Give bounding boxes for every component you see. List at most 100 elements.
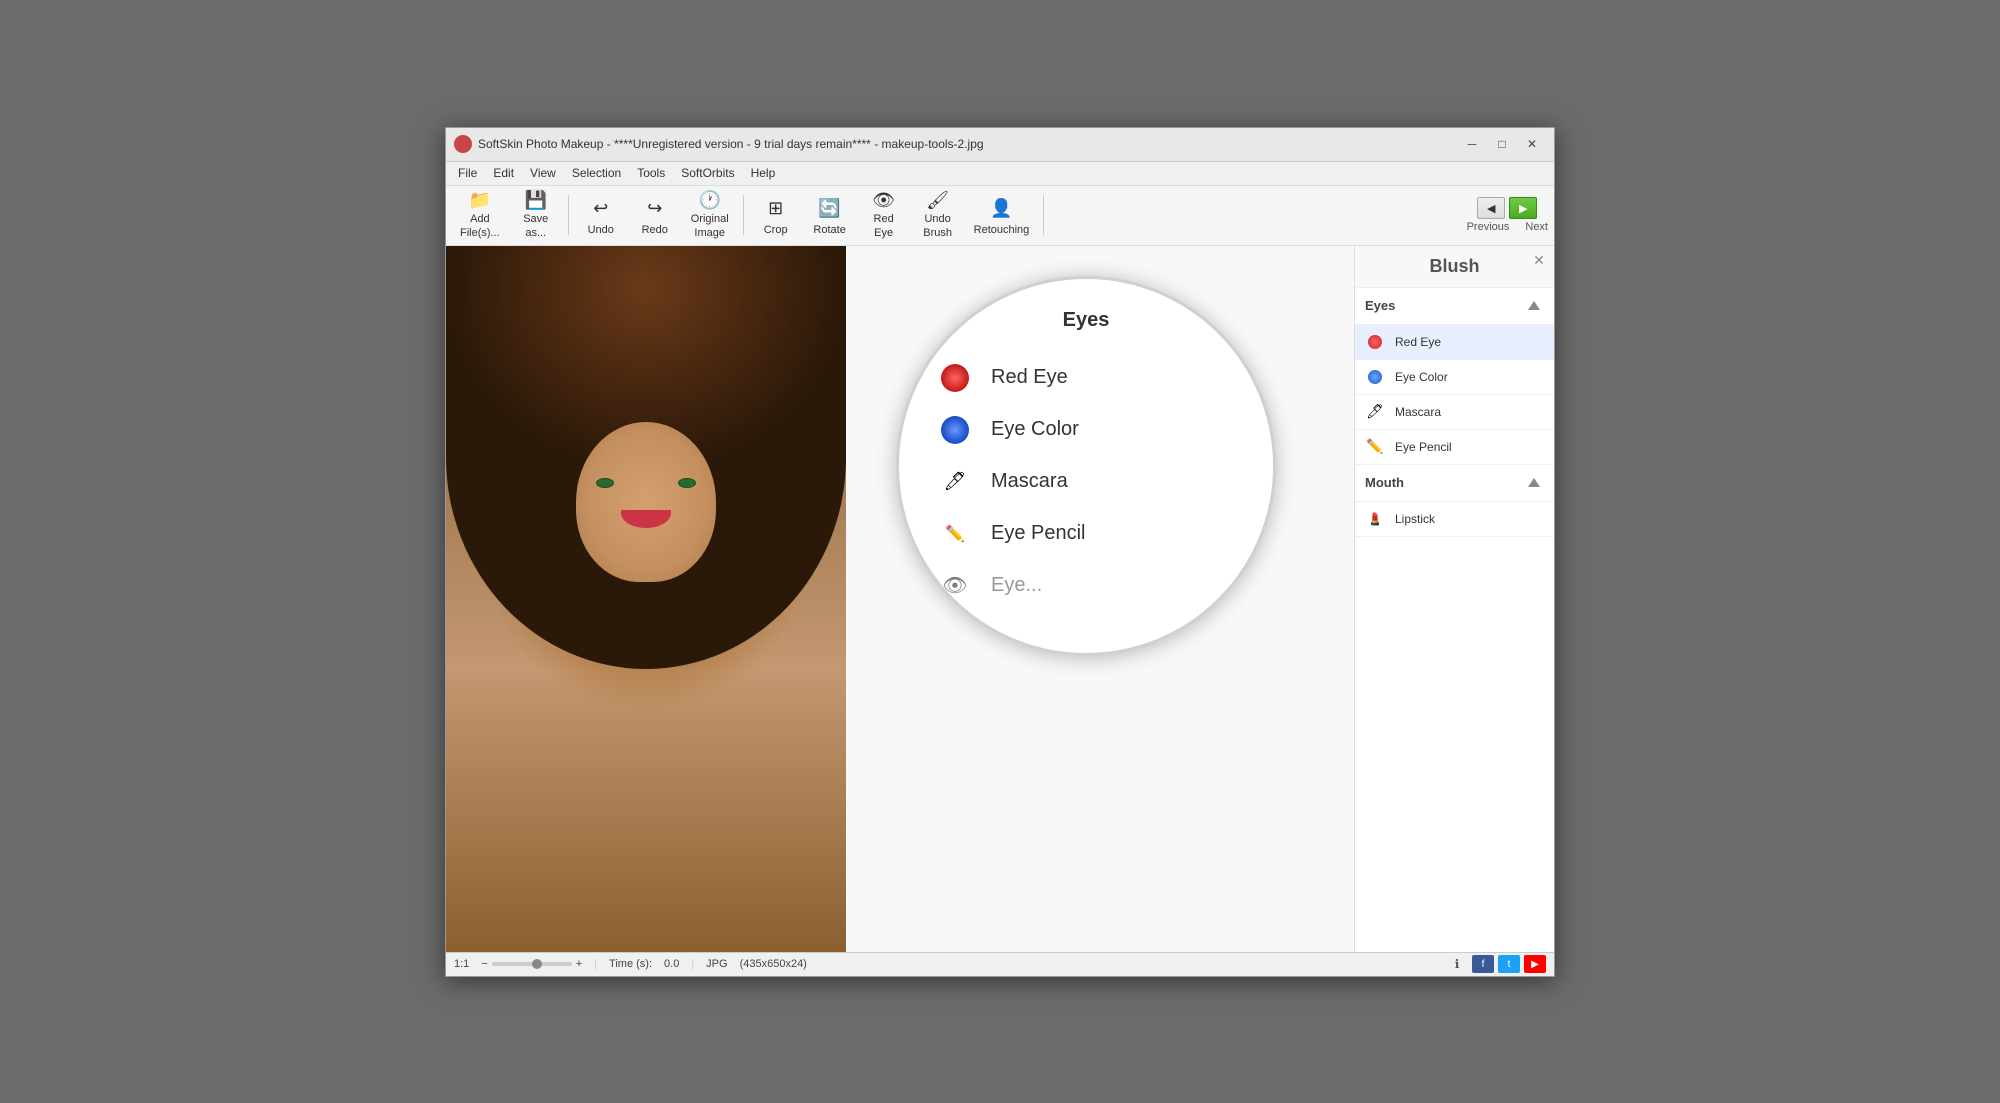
portrait-face bbox=[576, 422, 716, 582]
undo-button[interactable]: ↩ Undo bbox=[575, 189, 627, 241]
redo-label: Redo bbox=[642, 224, 668, 236]
minimize-button[interactable]: ─ bbox=[1458, 133, 1486, 155]
mascara-brush-icon: 🖊 bbox=[944, 471, 967, 492]
zoom-eye-color-item[interactable]: Eye Color bbox=[919, 404, 1253, 456]
menu-tools[interactable]: Tools bbox=[629, 164, 673, 182]
panel-red-eye-label: Red Eye bbox=[1395, 335, 1441, 349]
panel-mascara-item[interactable]: 🖊 Mascara bbox=[1355, 395, 1554, 430]
red-eye-icon: 👁 bbox=[870, 190, 898, 211]
menu-file[interactable]: File bbox=[450, 164, 485, 182]
zoom-eye-color-icon bbox=[939, 414, 971, 446]
zoom-thumb bbox=[532, 959, 542, 969]
small-blue-circle-icon bbox=[1368, 370, 1382, 384]
panel-mascara-label: Mascara bbox=[1395, 405, 1441, 419]
crop-button[interactable]: ⊞ Crop bbox=[750, 189, 802, 241]
panel-mascara-icon: 🖊 bbox=[1365, 402, 1385, 422]
save-as-icon: 💾 bbox=[522, 190, 550, 211]
mouth-section-header: Mouth bbox=[1355, 465, 1554, 502]
save-as-label: Saveas... bbox=[523, 213, 548, 239]
zoom-indicator: 1:1 bbox=[454, 958, 469, 970]
window-controls: ─ □ ✕ bbox=[1458, 133, 1546, 155]
toolbar: 📁 AddFile(s)... 💾 Saveas... ↩ Undo ↪ Red… bbox=[446, 186, 1554, 246]
panel-red-eye-item[interactable]: Red Eye bbox=[1355, 325, 1554, 360]
lipstick-icon: 💄 bbox=[1368, 512, 1383, 526]
red-eye-button[interactable]: 👁 RedEye bbox=[858, 189, 910, 241]
red-eye-label: RedEye bbox=[874, 213, 894, 239]
save-as-button[interactable]: 💾 Saveas... bbox=[510, 189, 562, 241]
youtube-button[interactable]: ▶ bbox=[1524, 955, 1546, 973]
panel-red-eye-icon bbox=[1365, 332, 1385, 352]
eyes-section-header: Eyes bbox=[1355, 288, 1554, 325]
status-social-icons: ℹ f t ▶ bbox=[1446, 955, 1546, 973]
window-title: SoftSkin Photo Makeup - ****Unregistered… bbox=[478, 137, 1458, 151]
zoom-mascara-label: Mascara bbox=[991, 470, 1068, 493]
redo-icon: ↪ bbox=[641, 194, 669, 222]
previous-button[interactable]: ◀ bbox=[1477, 197, 1505, 219]
side-panel: Eyes Red Eye Eye Color bbox=[846, 246, 1554, 952]
redo-button[interactable]: ↪ Redo bbox=[629, 189, 681, 241]
undo-label: Undo bbox=[588, 224, 614, 236]
panel-eye-color-label: Eye Color bbox=[1395, 370, 1448, 384]
panel-close-button[interactable]: ✕ bbox=[1530, 252, 1548, 270]
main-window: SoftSkin Photo Makeup - ****Unregistered… bbox=[445, 127, 1555, 977]
app-icon bbox=[454, 135, 472, 153]
status-separator-2: | bbox=[691, 958, 694, 970]
photo-canvas[interactable] bbox=[446, 246, 846, 952]
zoom-eye-pencil-item[interactable]: ✏️ Eye Pencil bbox=[919, 508, 1253, 560]
close-button[interactable]: ✕ bbox=[1518, 133, 1546, 155]
mouth-collapse-button[interactable] bbox=[1524, 473, 1544, 493]
portrait-lips bbox=[621, 510, 671, 528]
add-files-button[interactable]: 📁 AddFile(s)... bbox=[452, 189, 508, 241]
twitter-button[interactable]: t bbox=[1498, 955, 1520, 973]
toolbar-separator-3 bbox=[1043, 195, 1044, 235]
zoom-eye-partial-label: Eye... bbox=[991, 574, 1042, 597]
panel-lipstick-item[interactable]: 💄 Lipstick bbox=[1355, 502, 1554, 537]
zoom-circle: Eyes Red Eye Eye Color bbox=[896, 276, 1276, 656]
file-format: JPG bbox=[706, 958, 727, 970]
zoom-plus-icon: + bbox=[576, 958, 582, 970]
next-button[interactable]: ▶ bbox=[1509, 197, 1537, 219]
menu-help[interactable]: Help bbox=[743, 164, 784, 182]
toolbar-separator-1 bbox=[568, 195, 569, 235]
panel-eye-pencil-label: Eye Pencil bbox=[1395, 440, 1452, 454]
pencil-icon: ✏️ bbox=[945, 524, 965, 544]
eyes-collapse-button[interactable] bbox=[1524, 296, 1544, 316]
right-panel: Blush ✕ Eyes Red Eye bbox=[1354, 246, 1554, 952]
panel-eye-pencil-item[interactable]: ✏️ Eye Pencil bbox=[1355, 430, 1554, 465]
zoom-mascara-icon: 🖊 bbox=[939, 466, 971, 498]
zoom-circle-inner: Eyes Red Eye Eye Color bbox=[899, 279, 1273, 653]
crop-label: Crop bbox=[764, 224, 788, 236]
time-value: 0.0 bbox=[664, 958, 679, 970]
status-separator-1: | bbox=[594, 958, 597, 970]
zoom-mascara-item[interactable]: 🖊 Mascara bbox=[919, 456, 1253, 508]
panel-eye-color-item[interactable]: Eye Color bbox=[1355, 360, 1554, 395]
undo-brush-button[interactable]: 🖌 UndoBrush bbox=[912, 189, 964, 241]
menu-edit[interactable]: Edit bbox=[485, 164, 522, 182]
zoom-eye-partial-icon: 👁 bbox=[939, 570, 971, 602]
title-bar: SoftSkin Photo Makeup - ****Unregistered… bbox=[446, 128, 1554, 162]
zoom-eye-color-label: Eye Color bbox=[991, 418, 1079, 441]
original-image-button[interactable]: 🕐 OriginalImage bbox=[683, 189, 737, 241]
zoom-red-eye-item[interactable]: Red Eye bbox=[919, 352, 1253, 404]
retouching-label: Retouching bbox=[974, 224, 1030, 236]
photo-area bbox=[446, 246, 846, 952]
previous-label: Previous bbox=[1467, 221, 1510, 233]
panel-lipstick-icon: 💄 bbox=[1365, 509, 1385, 529]
menu-softorbits[interactable]: SoftOrbits bbox=[673, 164, 742, 182]
menu-selection[interactable]: Selection bbox=[564, 164, 629, 182]
rotate-button[interactable]: 🔄 Rotate bbox=[804, 189, 856, 241]
undo-brush-icon: 🖌 bbox=[924, 190, 952, 211]
time-label: Time (s): bbox=[609, 958, 652, 970]
info-button[interactable]: ℹ bbox=[1446, 955, 1468, 973]
zoom-track[interactable] bbox=[492, 962, 572, 966]
zoom-eye-pencil-icon: ✏️ bbox=[939, 518, 971, 550]
zoom-red-eye-label: Red Eye bbox=[991, 366, 1068, 389]
facebook-button[interactable]: f bbox=[1472, 955, 1494, 973]
menu-view[interactable]: View bbox=[522, 164, 564, 182]
undo-brush-label: UndoBrush bbox=[923, 213, 952, 239]
zoom-eye-partial-item[interactable]: 👁 Eye... bbox=[919, 560, 1253, 612]
retouching-button[interactable]: 👤 Retouching bbox=[966, 189, 1038, 241]
zoom-level: 1:1 bbox=[454, 958, 469, 970]
maximize-button[interactable]: □ bbox=[1488, 133, 1516, 155]
rotate-icon: 🔄 bbox=[816, 194, 844, 222]
